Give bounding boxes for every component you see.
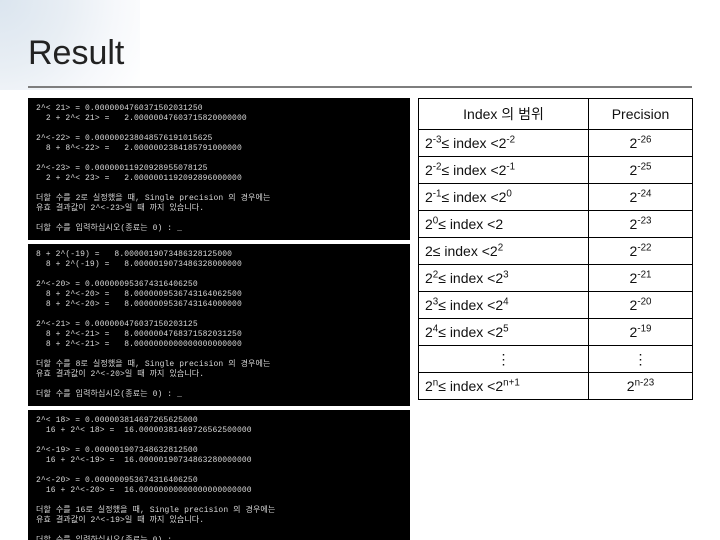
title-underline: [28, 86, 692, 88]
col-header-precision: Precision: [589, 99, 693, 130]
terminal-block: 2^< 21> = 0.0000004760371502031250 2 + 2…: [28, 98, 410, 240]
cell-precision: 2-19: [589, 319, 693, 346]
table-header-row: Index 의 범위 Precision: [419, 99, 693, 130]
cell-index-range: 23≤ index <24: [419, 292, 589, 319]
page-title: Result: [28, 34, 124, 73]
table-row: 2≤ index <222-22: [419, 238, 693, 265]
table-row: 2-1≤ index <202-24: [419, 184, 693, 211]
cell-index-range: 22≤ index <23: [419, 265, 589, 292]
cell-index-range: 20≤ index <2: [419, 211, 589, 238]
col-header-index: Index 의 범위: [419, 99, 589, 130]
terminal-block: 2^< 18> = 0.000003814697265625000 16 + 2…: [28, 410, 410, 540]
terminal-screenshots: 2^< 21> = 0.0000004760371502031250 2 + 2…: [28, 98, 410, 528]
cell-precision: 2-26: [589, 130, 693, 157]
cell-index-range: 2-2≤ index <2-1: [419, 157, 589, 184]
cell-precision: 2-22: [589, 238, 693, 265]
table-row: 22≤ index <232-21: [419, 265, 693, 292]
cell-index-range: 2-3≤ index <2-2: [419, 130, 589, 157]
table-row: 20≤ index <22-23: [419, 211, 693, 238]
cell-index-range: 2n≤ index <2n+1: [419, 373, 589, 400]
table-row: 24≤ index <252-19: [419, 319, 693, 346]
cell-precision: ⋮: [589, 346, 693, 373]
cell-precision: 2-25: [589, 157, 693, 184]
cell-precision: 2-20: [589, 292, 693, 319]
cell-index-range: 2-1≤ index <20: [419, 184, 589, 211]
cell-precision: 2n-23: [589, 373, 693, 400]
table-row: 2-2≤ index <2-12-25: [419, 157, 693, 184]
table-row: 23≤ index <242-20: [419, 292, 693, 319]
cell-precision: 2-24: [589, 184, 693, 211]
cell-index-range: 2≤ index <22: [419, 238, 589, 265]
table-row: ⋮⋮: [419, 346, 693, 373]
terminal-block: 8 + 2^(-19) = 8.0000019073486328125000 8…: [28, 244, 410, 406]
cell-precision: 2-21: [589, 265, 693, 292]
cell-index-range: 24≤ index <25: [419, 319, 589, 346]
cell-index-range: ⋮: [419, 346, 589, 373]
precision-table: Index 의 범위 Precision 2-3≤ index <2-22-26…: [418, 98, 693, 400]
table-row: 2-3≤ index <2-22-26: [419, 130, 693, 157]
cell-precision: 2-23: [589, 211, 693, 238]
table-row: 2n≤ index <2n+12n-23: [419, 373, 693, 400]
